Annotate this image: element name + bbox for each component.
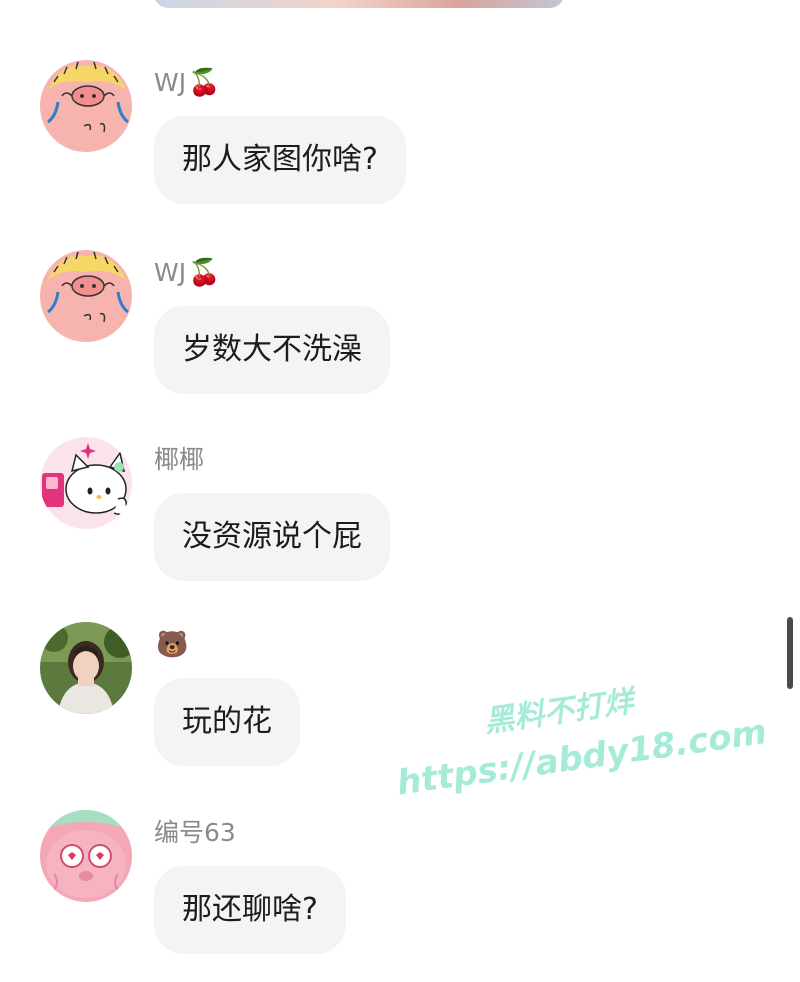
sender-name: 🐻	[154, 628, 188, 662]
crying-pig-avatar[interactable]	[40, 60, 132, 152]
photo-avatar[interactable]	[40, 622, 132, 714]
message-bubble[interactable]: 那人家图你啥?	[154, 116, 406, 204]
hello-kitty-avatar[interactable]	[40, 437, 132, 529]
previous-message-image[interactable]	[154, 0, 564, 8]
cherry-icon: 🍒	[188, 68, 221, 98]
sender-name: WJ🍒	[154, 68, 221, 98]
scrollbar[interactable]	[787, 617, 793, 689]
watermark: 黑料不打烊 https://abdy18.com	[388, 665, 772, 845]
bear-icon: 🐻	[156, 630, 189, 660]
message-bubble[interactable]: 岁数大不洗澡	[154, 306, 390, 394]
crying-pig-avatar[interactable]	[40, 250, 132, 342]
pink-blob-avatar[interactable]	[40, 810, 132, 902]
cherry-icon: 🍒	[188, 258, 221, 288]
message-bubble[interactable]: 没资源说个屁	[154, 493, 390, 581]
sender-name: 编号63	[154, 818, 236, 847]
message-bubble[interactable]: 玩的花	[154, 678, 300, 766]
sender-name: WJ🍒	[154, 258, 221, 288]
sender-name: 椰椰	[154, 445, 205, 474]
message-bubble[interactable]: 那还聊啥?	[154, 866, 346, 954]
